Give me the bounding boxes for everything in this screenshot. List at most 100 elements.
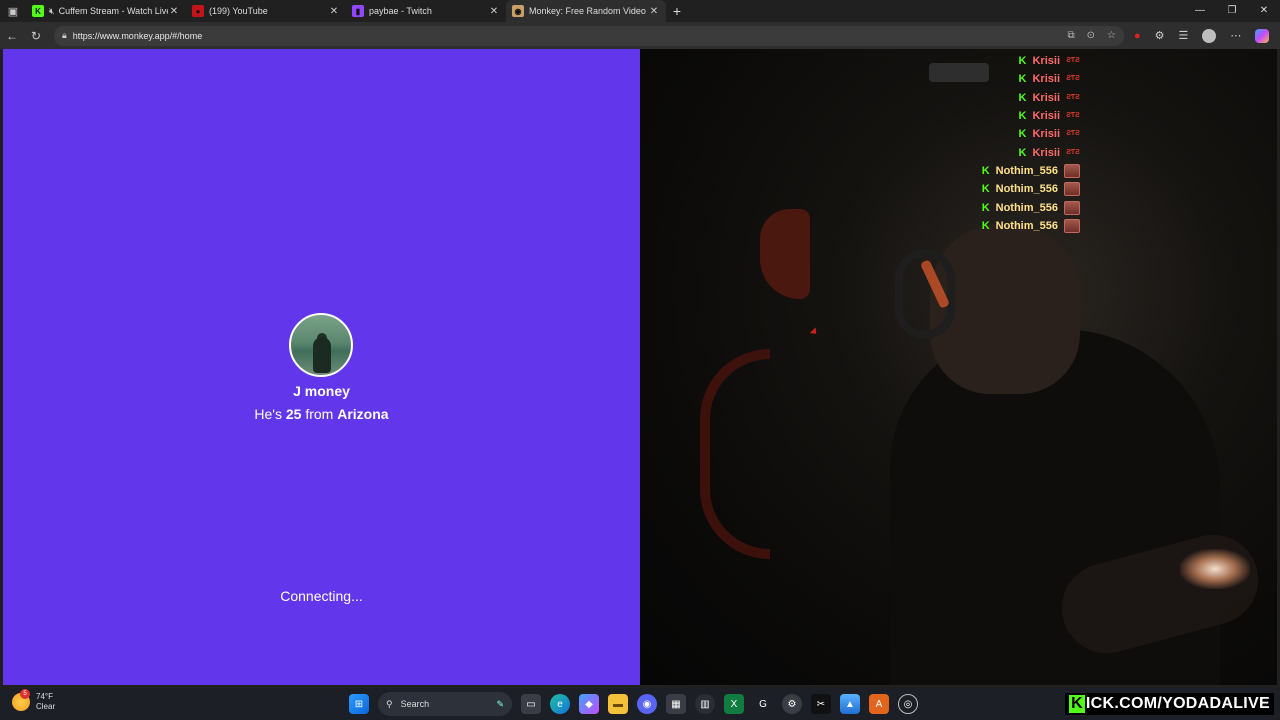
kick-badge-icon: K — [1018, 91, 1027, 104]
chat-emote-icon: ƧƬƧ — [1066, 57, 1080, 65]
profile-info: He's 25 from Arizona — [254, 406, 389, 422]
tab-close-icon[interactable]: ✕ — [488, 6, 500, 17]
chair-shape — [760, 209, 810, 299]
reader-icon[interactable]: ⊙ — [1087, 30, 1095, 41]
maximize-icon[interactable]: ❐ — [1216, 0, 1248, 22]
chat-emote-icon: ƧƬƧ — [1066, 148, 1080, 156]
page-content: J money He's 25 from Arizona Connecting.… — [3, 49, 1277, 685]
logitech-icon[interactable]: G — [753, 694, 773, 714]
window-controls: — ❐ ✕ — [1184, 0, 1280, 22]
webcam-video: K Krisii ƧƬƧ K Krisii ƧƬƧ K Krisii ƧƬƧ K Krisii ƧƬƧ… — [640, 49, 1277, 685]
tab-title: paybae - Twitch — [369, 6, 432, 16]
obs-icon[interactable]: ◎ — [898, 694, 918, 714]
address-bar[interactable]: 🔒︎ https://www.monkey.app/#/home ⧉ ⊙ ☆ — [54, 25, 1124, 46]
search-icon: ⚲ — [386, 698, 393, 709]
chat-message: K Nothim_556 — [960, 180, 1080, 198]
photos-icon[interactable]: ▲ — [840, 694, 860, 714]
excel-icon[interactable]: X — [724, 694, 744, 714]
taskbar: 5 74°F Clear ⊞ ⚲ Search ✎ ▭ e ◆ ▬ ◉ ▦ ▥ … — [0, 688, 1280, 720]
chat-message: K Nothim_556 — [960, 217, 1080, 235]
chat-username: Krisii — [1032, 128, 1060, 141]
tab-title: (199) YouTube — [209, 6, 268, 16]
tab-actions-icon[interactable]: ▣ — [0, 0, 26, 22]
new-tab-button[interactable]: + — [666, 0, 688, 22]
chat-message: K Krisii ƧƬƧ — [960, 107, 1080, 125]
kick-brand-watermark: K ICK.COM/YODADALIVE — [1065, 693, 1274, 715]
profile-name: J money — [293, 383, 350, 399]
avatar — [289, 313, 353, 377]
task-view-icon[interactable]: ▭ — [521, 694, 541, 714]
chat-emote-icon: ƧƬƧ — [1066, 130, 1080, 138]
kick-badge-icon: K — [981, 164, 990, 177]
browser-tab[interactable]: K 🔇︎ Cuffem Stream - Watch Live ✕ — [26, 0, 186, 22]
extension-red-icon[interactable]: ● — [1134, 30, 1141, 42]
chat-username: Nothim_556 — [995, 183, 1058, 196]
favorite-star-icon[interactable]: ☆ — [1107, 30, 1116, 41]
browser-tab[interactable]: ▮ paybae - Twitch ✕ — [346, 0, 506, 22]
capcut-icon[interactable]: ✂ — [811, 694, 831, 714]
lock-icon[interactable]: 🔒︎ — [62, 30, 67, 41]
chat-emote-icon: ƧƬƧ — [1066, 112, 1080, 120]
tab-favicon-icon: ◉ — [512, 5, 524, 17]
tab-close-icon[interactable]: ✕ — [328, 6, 340, 17]
chat-message: K Krisii ƧƬƧ — [960, 125, 1080, 143]
edge-icon[interactable]: e — [550, 694, 570, 714]
search-highlight-icon: ✎ — [496, 698, 504, 709]
back-icon[interactable]: ← — [0, 29, 24, 43]
tab-close-icon[interactable]: ✕ — [168, 6, 180, 17]
file-explorer-icon[interactable]: ▬ — [608, 694, 628, 714]
profile-location: Arizona — [337, 406, 389, 422]
chat-username: Nothim_556 — [995, 164, 1058, 177]
app-available-icon[interactable]: ⧉ — [1068, 30, 1075, 41]
store-icon[interactable]: ▦ — [666, 694, 686, 714]
chat-username: Krisii — [1032, 55, 1060, 68]
kick-badge-icon: K — [981, 219, 990, 232]
copilot-app-icon[interactable]: ◆ — [579, 694, 599, 714]
phone-glow — [1180, 549, 1250, 589]
weather-temp: 74°F — [36, 692, 53, 701]
chat-emote-icon — [1064, 182, 1080, 197]
weather-badge: 5 — [20, 689, 30, 699]
extensions-icon[interactable]: ⚙ — [1155, 29, 1165, 42]
copilot-icon[interactable] — [1255, 28, 1270, 43]
minimize-icon[interactable]: — — [1184, 0, 1216, 22]
taskbar-search[interactable]: ⚲ Search ✎ — [378, 692, 512, 716]
kick-badge-icon: K — [1018, 128, 1027, 141]
audio-app-icon[interactable]: ▥ — [695, 694, 715, 714]
kick-badge-icon: K — [1018, 55, 1027, 68]
settings-icon[interactable]: ⚙ — [782, 694, 802, 714]
profile-avatar[interactable] — [1202, 28, 1217, 43]
chat-message: K Nothim_556 — [960, 162, 1080, 180]
chat-username: Nothim_556 — [995, 201, 1058, 214]
close-window-icon[interactable]: ✕ — [1248, 0, 1280, 22]
profile-age: 25 — [285, 406, 302, 422]
match-panel: J money He's 25 from Arizona Connecting.… — [3, 49, 640, 685]
chat-message: K Nothim_556 — [960, 198, 1080, 216]
browser-tab[interactable]: ● (199) YouTube ✕ — [186, 0, 346, 22]
tab-close-icon[interactable]: ✕ — [648, 6, 660, 17]
chat-username: Krisii — [1032, 73, 1060, 86]
chat-message: K Krisii ƧƬƧ — [960, 52, 1080, 70]
discord-icon[interactable]: ◉ — [637, 694, 657, 714]
search-placeholder: Search — [400, 699, 430, 709]
muted-icon[interactable]: 🔇︎ — [49, 6, 55, 17]
mouse-cursor-icon — [809, 327, 820, 337]
weather-widget[interactable]: 5 74°F Clear — [12, 689, 55, 712]
tab-favicon-icon: K — [32, 5, 44, 17]
chat-emote-icon — [1064, 163, 1080, 178]
chat-emote-icon — [1064, 218, 1080, 233]
more-menu-icon[interactable]: ⋯ — [1230, 29, 1241, 42]
adobe-icon[interactable]: A — [869, 694, 889, 714]
favorites-icon[interactable]: ☰ — [1179, 29, 1189, 42]
tab-list: K 🔇︎ Cuffem Stream - Watch Live ✕ ● (199) You… — [26, 0, 666, 22]
browser-tab[interactable]: ◉ Monkey: Free Random Video Chat✕ — [506, 0, 666, 22]
taskbar-apps: ⊞ ⚲ Search ✎ ▭ e ◆ ▬ ◉ ▦ ▥ X G ⚙ ✂ ▲ A ◎ — [349, 688, 918, 720]
tab-title: Monkey: Free Random Video Chat — [529, 6, 648, 16]
tab-favicon-icon: ▮ — [352, 5, 364, 17]
chat-emote-icon — [1064, 200, 1080, 215]
kick-badge-icon: K — [1018, 146, 1027, 159]
windows-start-icon[interactable]: ⊞ — [349, 694, 369, 714]
refresh-icon[interactable]: ↻ — [24, 29, 48, 43]
chat-username: Krisii — [1032, 146, 1060, 159]
chat-username: Krisii — [1032, 110, 1060, 123]
